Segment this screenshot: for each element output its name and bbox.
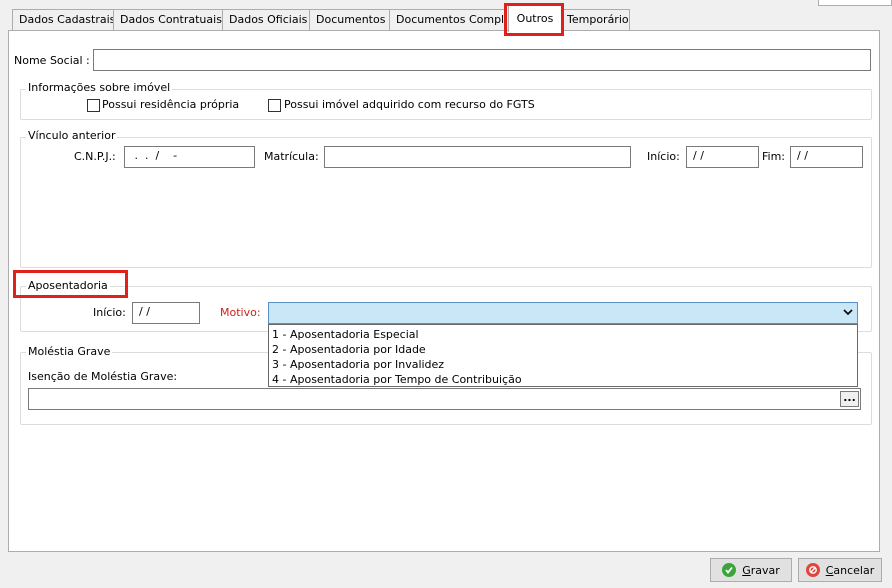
motivo-option[interactable]: 1 - Aposentadoria Especial (269, 327, 857, 342)
cancelar-label: Cancelar (825, 563, 875, 577)
vinculo-legend: Vínculo anterior (26, 129, 118, 142)
tab-documentos[interactable]: Documentos (309, 9, 390, 30)
motivo-select[interactable] (268, 302, 858, 324)
motivo-option[interactable]: 4 - Aposentadoria por Tempo de Contribui… (269, 372, 857, 387)
aposentadoria-inicio-input[interactable]: / / (132, 302, 200, 324)
tab-bar: Dados Cadastrais Dados Contratuais Dados… (0, 0, 892, 32)
gravar-button[interactable]: Gravar (710, 558, 792, 582)
tab-dados-oficiais[interactable]: Dados Oficiais (222, 9, 310, 30)
tab-dados-cadastrais[interactable]: Dados Cadastrais (12, 9, 114, 30)
cnpj-label: C.N.P.J.: (74, 150, 116, 163)
nome-social-input[interactable] (93, 49, 871, 71)
highlight-aposentadoria (13, 270, 128, 298)
residencia-propria-checkbox[interactable] (87, 99, 100, 112)
tab-temporario[interactable]: Temporário (562, 9, 630, 30)
isencao-label: Isenção de Moléstia Grave: (28, 370, 178, 383)
check-icon (722, 563, 737, 577)
imovel-fgts-checkbox[interactable] (268, 99, 281, 112)
vinculo-fim-label: Fim: (762, 150, 786, 163)
vinculo-fim-input[interactable]: / / (790, 146, 863, 168)
imovel-legend: Informações sobre imóvel (26, 81, 173, 94)
isencao-lookup-button[interactable]: ... (840, 391, 859, 407)
vinculo-inicio-label: Início: (647, 150, 680, 163)
isencao-input[interactable] (28, 388, 861, 410)
molestia-legend: Moléstia Grave (26, 345, 113, 358)
motivo-option[interactable]: 3 - Aposentadoria por Invalidez (269, 357, 857, 372)
residencia-propria-label: Possui residência própria (102, 98, 240, 111)
imovel-fgts-label: Possui imóvel adquirido com recurso do F… (284, 98, 535, 111)
motivo-label: Motivo: (220, 306, 261, 319)
cancelar-button[interactable]: Cancelar (798, 558, 882, 582)
aposentadoria-inicio-label: Início: (93, 306, 126, 319)
gravar-label: Gravar (742, 563, 780, 577)
nome-social-label: Nome Social : (14, 54, 90, 67)
matricula-label: Matrícula: (264, 150, 319, 163)
tab-dados-contratuais[interactable]: Dados Contratuais (113, 9, 223, 30)
vinculo-inicio-input[interactable]: / / (686, 146, 759, 168)
motivo-dropdown-list: 1 - Aposentadoria Especial 2 - Aposentad… (268, 324, 858, 387)
motivo-option[interactable]: 2 - Aposentadoria por Idade (269, 342, 857, 357)
matricula-input[interactable] (324, 146, 631, 168)
tab-documentos-compl[interactable]: Documentos Compl (389, 9, 507, 30)
highlight-tab-outros (504, 3, 564, 36)
cancel-icon (805, 563, 820, 577)
cnpj-input[interactable]: . . / - (124, 146, 255, 168)
chevron-down-icon (843, 306, 853, 320)
